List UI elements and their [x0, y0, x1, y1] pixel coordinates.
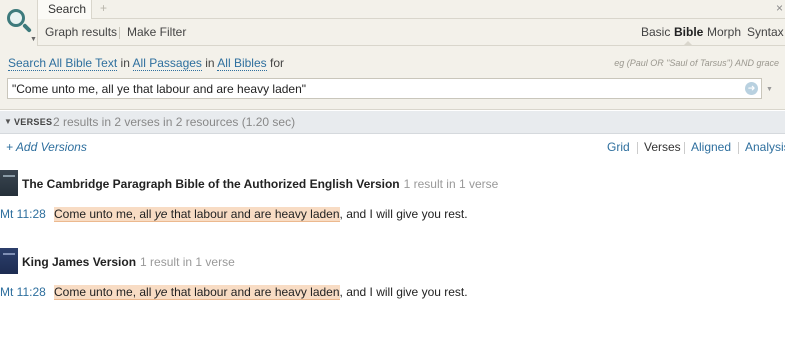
search-magnifier-icon[interactable]: ▼ [0, 0, 38, 46]
resource-title-text[interactable]: The Cambridge Paragraph Bible of the Aut… [22, 177, 400, 191]
toolbar: Graph results Make Filter Basic Bible Mo… [38, 19, 785, 45]
lens-handle [22, 23, 32, 33]
hit-text: Come unto me, all [54, 207, 155, 221]
hit-text: that labour and are heavy laden [167, 207, 340, 221]
resource-title-text[interactable]: King James Version [22, 255, 136, 269]
results-bar: ▼ VERSES 2 results in 2 verses in 2 reso… [0, 111, 785, 134]
search-panel-header: ▼ Search + × Graph results Make Filter B… [0, 0, 785, 46]
mode-morph[interactable]: Morph [707, 25, 741, 39]
example-hint: eg (Paul OR "Saul of Tarsus") AND grace [614, 58, 779, 68]
tab-row: Search + × [38, 0, 785, 19]
hit-text-italic: ye [154, 285, 168, 299]
verse-text: Come unto me, all ye that labour and are… [54, 207, 468, 222]
kjv-cover-icon[interactable] [0, 248, 18, 274]
search-hit-highlight: Come unto me, all ye that labour and are… [54, 285, 340, 300]
search-input-box[interactable]: ➜ [7, 78, 762, 99]
results-section-label[interactable]: VERSES [14, 117, 52, 127]
verse-reference-link[interactable]: Mt 11:28 [0, 207, 46, 221]
view-analysis[interactable]: Analysis [745, 140, 785, 154]
mode-syntax[interactable]: Syntax [747, 25, 784, 39]
hit-text: that labour and are heavy laden [167, 285, 340, 299]
search-hit-highlight: Come unto me, all ye that labour and are… [54, 207, 340, 222]
cambridge-bible-cover-icon[interactable] [0, 170, 18, 196]
tab-search[interactable]: Search [38, 0, 92, 19]
history-dropdown-caret[interactable]: ▼ [766, 86, 773, 93]
toolbar-divider [119, 27, 120, 39]
search-scope: Search All Bible Text in All Passages in… [8, 56, 284, 71]
resource-title[interactable]: King James Version 1 result in 1 verse [22, 255, 235, 269]
scope-text: in [120, 56, 130, 70]
search-area: Search All Bible Text in All Passages in… [0, 46, 785, 110]
view-divider [684, 142, 685, 154]
mode-bible[interactable]: Bible [674, 25, 703, 39]
view-verses[interactable]: Verses [644, 140, 681, 154]
view-divider [738, 142, 739, 154]
verse-remainder: , and I will give you rest. [339, 285, 468, 299]
view-aligned[interactable]: Aligned [691, 140, 731, 154]
hit-text-italic: ye [154, 207, 168, 221]
close-panel-button[interactable]: × [776, 1, 783, 15]
view-divider [637, 142, 638, 154]
view-options: Grid Verses Aligned Analysis [607, 140, 785, 156]
make-filter-button[interactable]: Make Filter [127, 25, 186, 39]
search-type-link[interactable]: Search [8, 56, 47, 71]
resource-result-count: 1 result in 1 verse [403, 177, 499, 191]
scope-text: for [269, 56, 284, 70]
resource-result-count: 1 result in 1 verse [140, 255, 235, 269]
resource-title[interactable]: The Cambridge Paragraph Bible of the Aut… [22, 177, 498, 191]
scope-text: in [205, 56, 215, 70]
passages-link[interactable]: All Passages [132, 56, 202, 71]
add-versions-link[interactable]: + Add Versions [6, 140, 87, 154]
verse-reference-link[interactable]: Mt 11:28 [0, 285, 46, 299]
search-target-link[interactable]: All Bible Text [48, 56, 118, 71]
hit-text: Come unto me, all [54, 285, 155, 299]
results-summary: 2 results in 2 verses in 2 resources (1.… [53, 115, 296, 129]
bibles-link[interactable]: All Bibles [217, 56, 267, 71]
collapse-triangle-icon[interactable]: ▼ [4, 117, 12, 126]
search-input[interactable] [12, 81, 732, 96]
add-tab-button[interactable]: + [100, 1, 107, 15]
mode-basic[interactable]: Basic [641, 25, 670, 39]
view-grid[interactable]: Grid [607, 140, 630, 154]
verse-text: Come unto me, all ye that labour and are… [54, 285, 468, 300]
go-arrow-icon[interactable]: ➜ [745, 82, 758, 95]
graph-results-button[interactable]: Graph results [45, 25, 117, 39]
verse-remainder: , and I will give you rest. [339, 207, 468, 221]
logo-dropdown-caret[interactable]: ▼ [30, 36, 37, 43]
